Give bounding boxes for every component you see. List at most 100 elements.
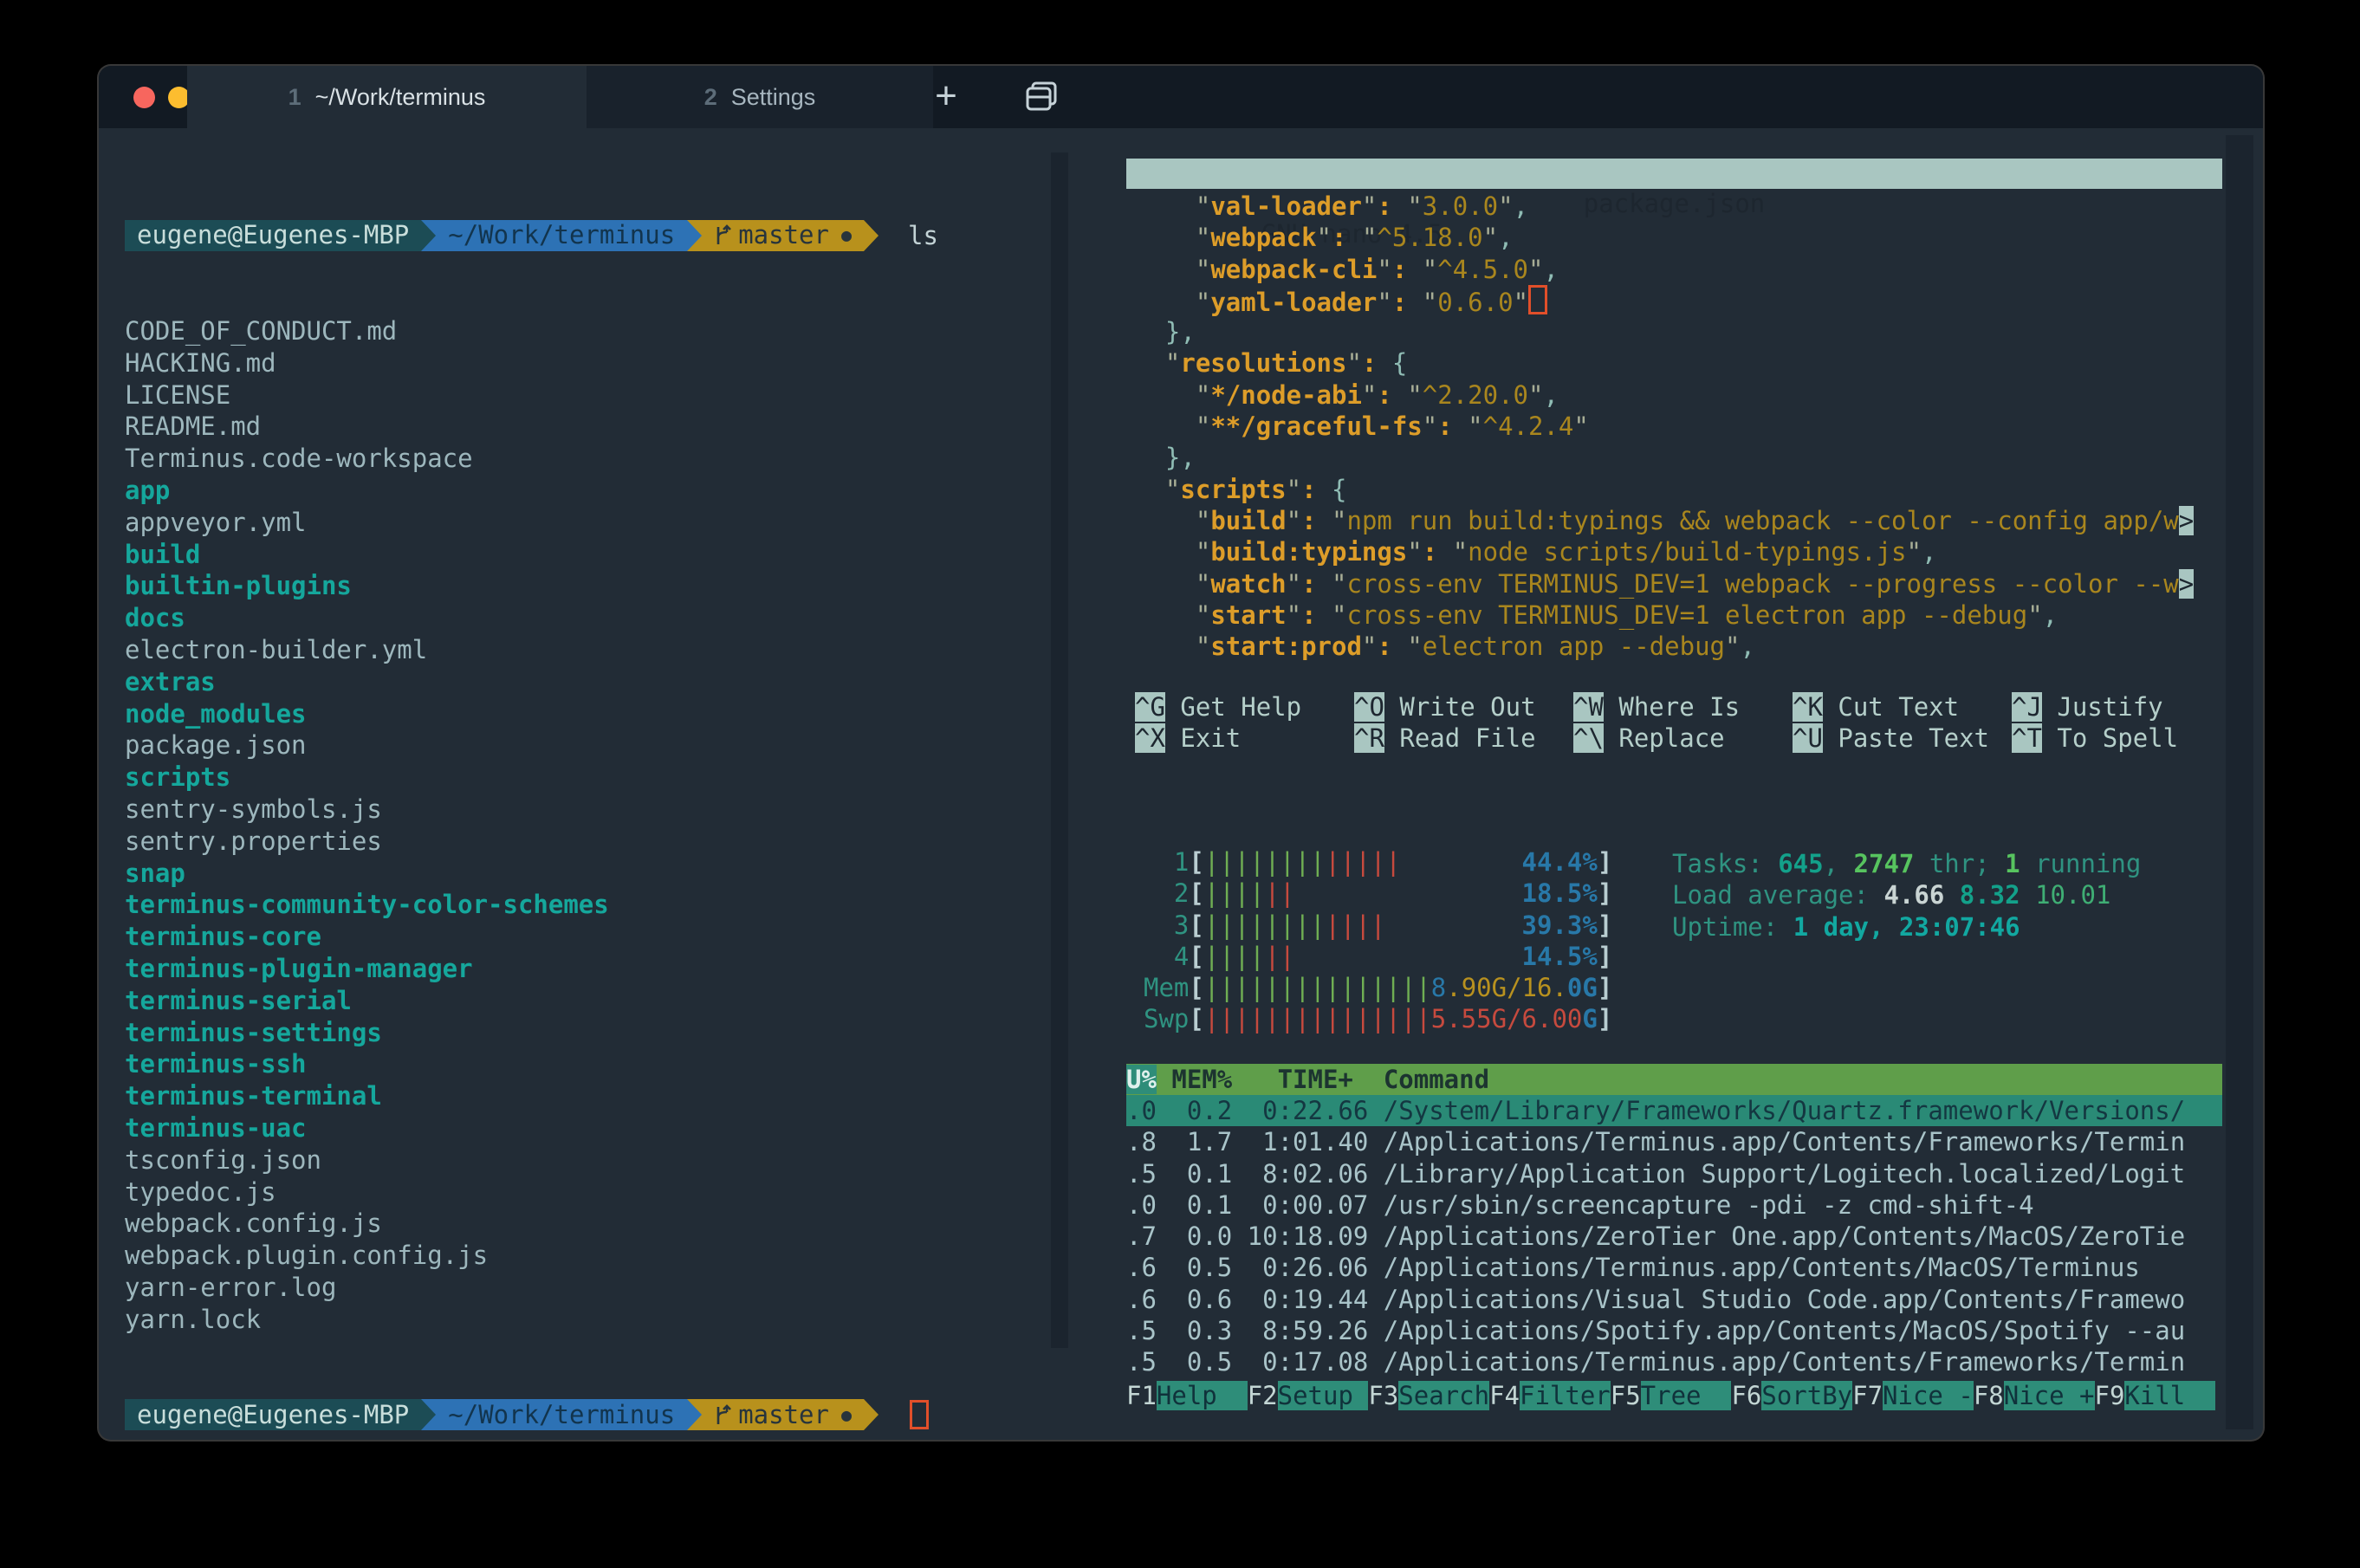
process-row[interactable]: .0 0.1 0:00.07 /usr/sbin/screencapture -… <box>1126 1189 2222 1221</box>
prompt-segment-directory: ~/Work/terminus <box>436 1399 687 1430</box>
fkey-number: F7 <box>1852 1381 1883 1410</box>
nano-line: "val-loader": "3.0.0", <box>1135 191 2194 222</box>
nano-line: "watch": "cross-env TERMINUS_DEV=1 webpa… <box>1135 568 2194 599</box>
fkey-number: F5 <box>1611 1381 1641 1410</box>
shortcut-key: ^\ <box>1573 723 1604 753</box>
cpu-4-meter: 4[|||||| 14.5%] <box>1144 941 1612 972</box>
htop-fkey-f3[interactable]: F3Search <box>1368 1381 1489 1410</box>
terminal-pane-left[interactable]: eugene@Eugenes-MBP ~/Work/terminus master●… <box>99 128 1094 1440</box>
nano-shortcut: ^G Get Help <box>1135 691 1354 722</box>
prompt-arrow-icon <box>687 1399 702 1430</box>
cpu-2-meter: 2[|||||| 18.5%] <box>1144 878 1612 909</box>
process-row[interactable]: .5 0.5 0:17.08 /Applications/Terminus.ap… <box>1126 1346 2222 1377</box>
shortcut-label: Paste Text <box>1838 723 1989 753</box>
sort-column-cpu[interactable]: U% <box>1126 1065 1157 1094</box>
htop-fkey-f5[interactable]: F5Tree <box>1611 1381 1732 1410</box>
right-pane-scrollbar[interactable] <box>2226 135 2253 1429</box>
fkey-number: F6 <box>1731 1381 1761 1410</box>
ls-entry-directory: build <box>125 539 1094 571</box>
git-branch-icon <box>714 1399 738 1431</box>
nano-line: "build:typings": "node scripts/build-typ… <box>1135 536 2194 567</box>
typed-command: ls <box>908 221 938 250</box>
mem-meter: Mem[|||||||||||||||8.90G/16.0G] <box>1144 972 1612 1003</box>
shortcut-label: Write Out <box>1399 692 1535 722</box>
htop-summary-line: Uptime: 1 day, 23:07:46 <box>1672 911 2141 943</box>
process-row[interactable]: .8 1.7 1:01.40 /Applications/Terminus.ap… <box>1126 1126 2222 1157</box>
shell-prompt-current: eugene@Eugenes-MBP~/Work/terminusmaster● <box>125 1399 1094 1431</box>
meter-bars: |||||||| <box>1204 910 1326 940</box>
ls-entry-file: yarn-error.log <box>125 1272 1094 1304</box>
ls-entry-directory: terminus-settings <box>125 1017 1094 1049</box>
ls-entry-directory: app <box>125 475 1094 507</box>
tab-title: ~/Work/terminus <box>315 84 486 111</box>
tab--work-terminus[interactable]: 1 ~/Work/terminus <box>187 66 587 128</box>
meter-bars: ||||| <box>1326 847 1401 877</box>
meter-label: 3 <box>1144 910 1189 940</box>
shortcut-key: ^K <box>1793 692 1823 722</box>
meter-bars: |||||||| <box>1204 847 1326 877</box>
fkey-action: Help <box>1157 1381 1248 1410</box>
nano-shortcut: ^K Cut Text <box>1793 691 2012 722</box>
tab-settings[interactable]: 2Settings <box>587 66 933 128</box>
prompt-segment-directory: ~/Work/terminus <box>436 220 687 251</box>
htop-fkey-f4[interactable]: F4Filter <box>1489 1381 1611 1410</box>
process-row-selected[interactable]: .0 0.2 0:22.66 /System/Library/Framework… <box>1126 1095 2222 1126</box>
tab-number: 1 <box>289 84 301 111</box>
close-button[interactable] <box>133 87 155 108</box>
process-row[interactable]: .7 0.0 10:18.09 /Applications/ZeroTier O… <box>1126 1221 2222 1252</box>
meter-label: 1 <box>1144 847 1189 877</box>
ls-entry-directory: terminus-core <box>125 921 1094 953</box>
htop-fkey-f2[interactable]: F2Setup <box>1248 1381 1369 1410</box>
desktop-background: 1~/Work/terminus2Settings + IOIOI <box>0 0 2360 1568</box>
process-row[interactable]: .5 0.1 8:02.06 /Library/Application Supp… <box>1126 1158 2222 1189</box>
fkey-number: F4 <box>1489 1381 1520 1410</box>
shortcut-key: ^X <box>1135 723 1165 753</box>
terminal-pane-right[interactable]: package.json GNU nano 4.5 "val-loader": … <box>1126 128 2222 1440</box>
left-pane-scrollbar[interactable] <box>1051 152 1068 1348</box>
new-window-icon[interactable] <box>1024 80 1062 114</box>
ls-entry-file: CODE_OF_CONDUCT.md <box>125 315 1094 347</box>
git-dirty-dot: ● <box>841 219 852 251</box>
meter-bars: || <box>1265 942 1295 971</box>
htop-fkey-f7[interactable]: F7Nice - <box>1852 1381 1974 1410</box>
ls-entry-directory: terminus-community-color-schemes <box>125 889 1094 921</box>
meter-label: 2 <box>1144 878 1189 908</box>
nano-line: "resolutions": { <box>1135 347 2194 379</box>
nano-line: "**/graceful-fs": "^4.2.4" <box>1135 411 2194 442</box>
process-row[interactable]: .6 0.5 0:26.06 /Applications/Terminus.ap… <box>1126 1252 2222 1283</box>
prompt-segment-user: eugene@Eugenes-MBP <box>125 1399 421 1430</box>
nano-shortcut: ^O Write Out <box>1354 691 1573 722</box>
htop-table-header[interactable]: U% MEM% TIME+ Command <box>1126 1064 2222 1095</box>
fkey-action: Nice - <box>1883 1381 1974 1410</box>
ls-entry-directory: node_modules <box>125 698 1094 730</box>
new-tab-button[interactable]: + <box>927 78 965 116</box>
shortcut-label: Get Help <box>1180 692 1301 722</box>
htop-fkey-f6[interactable]: F6SortBy <box>1731 1381 1852 1410</box>
nano-line: "build": "npm run build:typings && webpa… <box>1135 505 2194 536</box>
ls-entry-file: package.json <box>125 729 1094 761</box>
prompt-arrow-icon <box>687 220 702 251</box>
htop-fkey-f9[interactable]: F9Kill <box>2095 1381 2216 1410</box>
nano-shortcut: ^R Read File <box>1354 722 1573 754</box>
nano-shortcut: ^U Paste Text <box>1793 722 2012 754</box>
nano-titlebar: package.json GNU nano 4.5 <box>1126 159 2222 189</box>
nano-shortcut: ^X Exit <box>1135 722 1354 754</box>
shortcut-key: ^U <box>1793 723 1823 753</box>
fkey-action: Filter <box>1520 1381 1611 1410</box>
htop-fkey-f1[interactable]: F1Help <box>1126 1381 1248 1410</box>
table-header-columns[interactable]: MEM% TIME+ Command <box>1157 1065 1489 1094</box>
process-row[interactable]: .6 0.6 0:19.44 /Applications/Visual Stud… <box>1126 1284 2222 1315</box>
ls-output: CODE_OF_CONDUCT.mdHACKING.mdLICENSEREADM… <box>125 315 1094 1336</box>
fkey-number: F1 <box>1126 1381 1157 1410</box>
nano-shortcut: ^J Justify <box>2012 691 2231 722</box>
prompt-segment-git: master● <box>702 220 864 251</box>
htop-fkey-f8[interactable]: F8Nice + <box>1974 1381 2095 1410</box>
meter-label: Mem <box>1144 973 1189 1002</box>
shortcut-key: ^J <box>2012 692 2042 722</box>
terminal-cursor[interactable] <box>910 1400 929 1429</box>
process-row[interactable]: .5 0.3 8:59.26 /Applications/Spotify.app… <box>1126 1315 2222 1346</box>
nano-line: }, <box>1135 316 2194 347</box>
meter-bars: |||| <box>1204 878 1265 908</box>
prompt-arrow-icon <box>421 220 436 251</box>
shortcut-label: Exit <box>1180 723 1241 753</box>
